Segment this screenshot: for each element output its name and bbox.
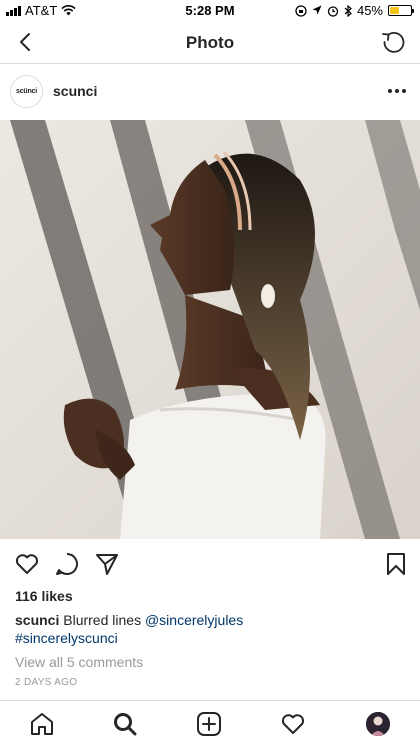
post-username[interactable]: scunci — [53, 83, 97, 99]
page-title: Photo — [185, 33, 235, 52]
caption-mention[interactable]: @sincerelyjules — [145, 612, 243, 628]
location-icon — [312, 5, 322, 15]
avatar[interactable]: scünci — [10, 75, 43, 108]
status-right: 45% — [295, 3, 414, 18]
search-icon[interactable] — [112, 711, 138, 737]
comment-icon[interactable] — [54, 551, 80, 577]
alarm-icon — [327, 5, 339, 17]
more-horizontal-icon[interactable] — [388, 89, 406, 93]
caption-text: Blurred lines — [63, 612, 142, 628]
activity-icon[interactable] — [280, 711, 306, 737]
battery-percent: 45% — [356, 3, 383, 18]
heart-icon[interactable] — [14, 551, 40, 577]
post-caption: scunci Blurred lines @sincerelyjules #si… — [15, 611, 410, 647]
bookmark-icon[interactable] — [383, 551, 409, 577]
share-icon[interactable] — [94, 551, 120, 577]
caption-hashtag[interactable]: #sincerelyscunci — [15, 630, 118, 646]
avatar-logo-text: scünci — [16, 88, 37, 95]
refresh-icon[interactable] — [380, 28, 408, 56]
view-comments-link[interactable]: View all 5 comments — [15, 654, 143, 670]
add-icon[interactable] — [196, 711, 222, 737]
bluetooth-icon — [344, 4, 352, 17]
profile-avatar[interactable] — [366, 712, 390, 736]
post-actions — [0, 539, 420, 587]
photo-image — [0, 120, 420, 539]
nav-bar: Photo — [0, 22, 420, 64]
battery-icon — [388, 5, 414, 16]
post-header: scünci scunci — [0, 65, 420, 120]
likes-count[interactable]: 116 likes — [15, 588, 73, 604]
post-timestamp: 2 DAYS AGO — [15, 677, 78, 688]
status-bar: AT&T 5:28 PM 45% — [0, 0, 420, 22]
rotation-lock-icon — [295, 4, 307, 17]
tab-bar — [0, 700, 420, 746]
post-photo[interactable] — [0, 120, 420, 539]
home-icon[interactable] — [29, 711, 55, 737]
caption-username[interactable]: scunci — [15, 612, 59, 628]
battery-level — [390, 7, 399, 14]
